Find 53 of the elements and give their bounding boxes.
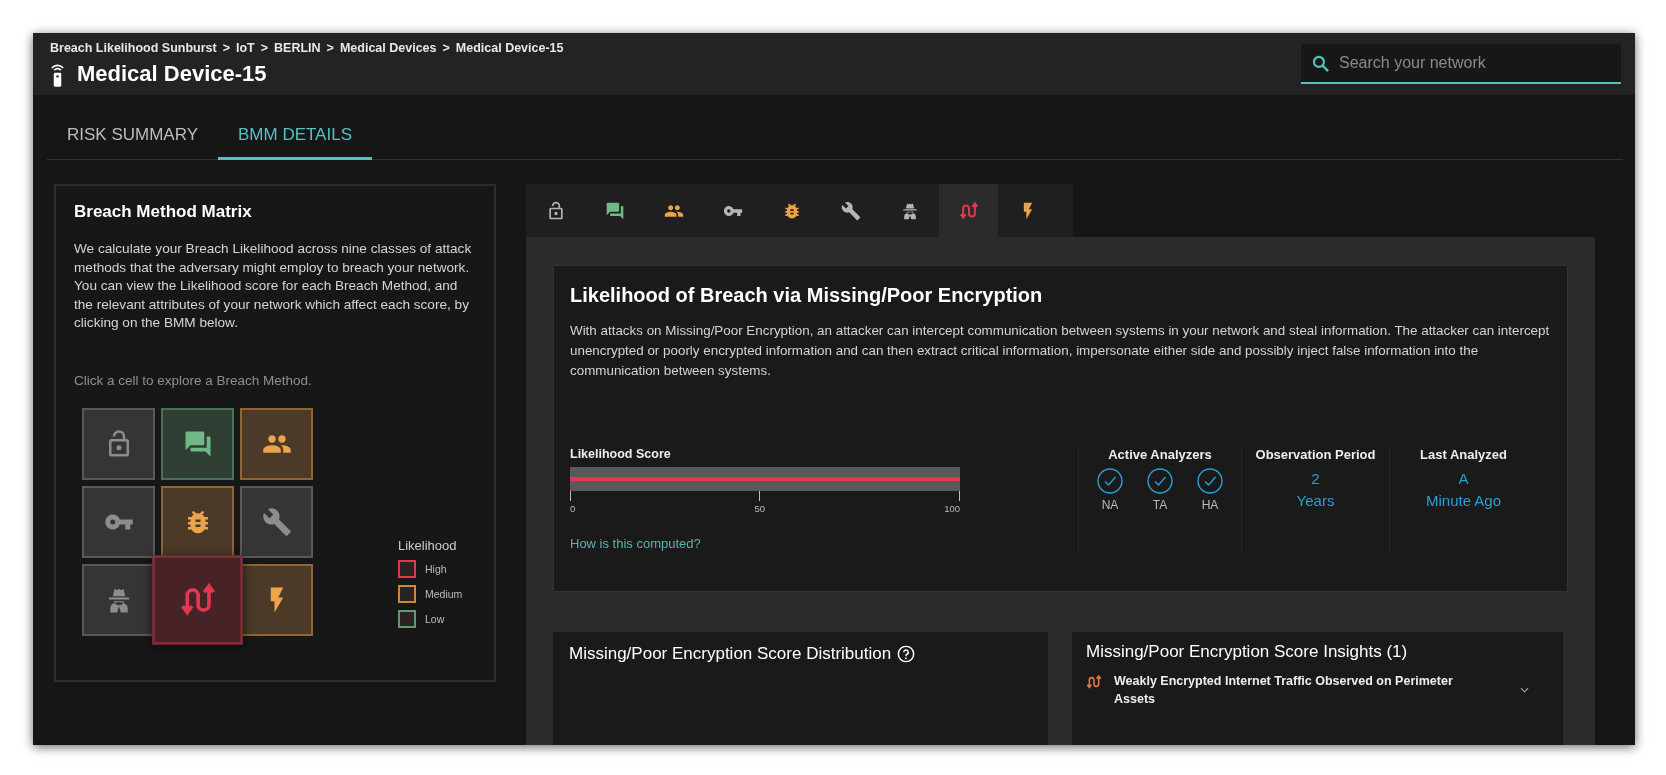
stat-title: Last Analyzed (1420, 447, 1507, 462)
page-tab[interactable]: BMM DETAILS (218, 115, 372, 160)
breadcrumb-link[interactable]: Medical Device-15 (455, 41, 564, 55)
breadcrumb-link[interactable]: BERLIN (274, 41, 321, 55)
panel-hint: Click a cell to explore a Breach Method. (74, 372, 313, 388)
detail-description: With attacks on Missing/Poor Encryption, an attacker can intercept communication between systems in your network and steal information. The attacker can intercept unencrypted or poorly encrypted information and can then extract critical information, impersonate either side and possibly inject false information into the communication between systems. (570, 322, 1551, 380)
analyzer-label: NA (1101, 498, 1119, 512)
breadcrumb-separator: > (442, 41, 450, 55)
matrix-cell[interactable] (152, 554, 243, 645)
stat-title: Observation Period (1255, 447, 1376, 462)
breadcrumb-separator: > (260, 41, 269, 55)
legend-label: Medium (425, 587, 463, 600)
detail-title: Likelihood of Breach via Missing/Poor Encryption (570, 284, 1044, 307)
matrix-cell[interactable] (240, 563, 313, 636)
breadcrumb-separator: > (326, 41, 334, 55)
breadcrumb-separator: > (222, 41, 230, 55)
breadcrumb-link[interactable]: Breach Likelihood Sunburst (50, 41, 217, 55)
search-field[interactable]: Search your network (1301, 44, 1621, 84)
matrix-cell[interactable] (82, 563, 155, 636)
stat-value: 2 (1311, 469, 1320, 489)
stat-value: Years (1296, 491, 1335, 511)
help-icon[interactable] (897, 645, 916, 663)
insight-row[interactable]: Weakly Encrypted Internet Traffic Observed on Perimeter Assets (1086, 672, 1549, 708)
axis-tick-label: 100 (944, 503, 960, 514)
swap-arrows-icon (1086, 674, 1102, 690)
score-label: Likelihood Score (570, 447, 672, 461)
stat-value: A (1458, 469, 1469, 489)
search-icon (1311, 54, 1331, 74)
card-title: Missing/Poor Encryption Score Distribution (569, 644, 892, 664)
breadcrumb-link[interactable]: Medical Devices (339, 41, 437, 55)
legend-label: Low (425, 612, 445, 625)
card-title: Missing/Poor Encryption Score Insights (1) (1086, 642, 1408, 662)
stat-value: Minute Ago (1425, 491, 1502, 511)
stat-title: Active Analyzers (1108, 447, 1212, 462)
matrix-cell[interactable] (240, 407, 313, 480)
analyzer-label: TA (1152, 498, 1168, 512)
matrix-cell[interactable] (82, 485, 155, 558)
matrix-cell[interactable] (82, 407, 155, 480)
help-link[interactable]: How is this computed? (570, 536, 701, 551)
panel-description: We calculate your Breach Likelihood across nine classes of attack methods that the adversary might employ to breach your network. You can view the Likelihood score for each Breach Method, and the relevant attributes of your network which affect each score, by clicking on the BMM below. (74, 240, 473, 332)
legend-label: High (425, 562, 447, 575)
page-title: Medical Device-15 (77, 61, 267, 87)
matrix-cell[interactable] (161, 485, 234, 558)
panel-title: Breach Method Matrix (74, 202, 253, 222)
analyzer-label: HA (1201, 498, 1219, 512)
matrix-cell[interactable] (240, 485, 313, 558)
axis-tick-label: 50 (754, 503, 765, 514)
page-tab[interactable]: RISK SUMMARY (47, 115, 218, 160)
axis-tick-label: 0 (570, 503, 576, 514)
insight-text: Weakly Encrypted Internet Traffic Observed on Perimeter Assets (1114, 673, 1454, 708)
legend-title: Likelihood (398, 537, 458, 553)
breadcrumb-link[interactable]: IoT (236, 41, 255, 55)
matrix-cell[interactable] (161, 407, 234, 480)
